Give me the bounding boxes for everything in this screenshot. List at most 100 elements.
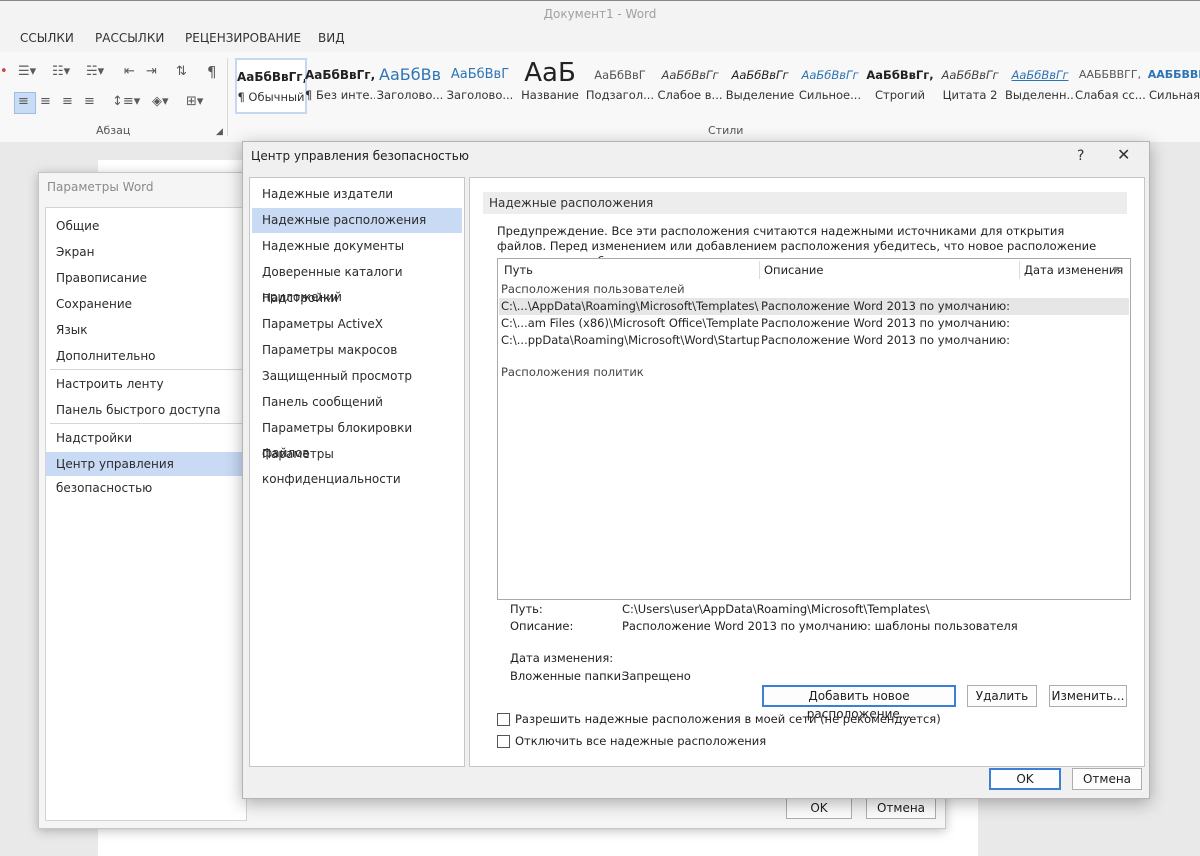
nav-file-block-settings[interactable]: Параметры блокировки файлов: [252, 416, 462, 460]
nav-message-bar[interactable]: Панель сообщений: [252, 390, 462, 415]
increase-indent-icon[interactable]: ⇥: [146, 64, 157, 80]
styles-group-label: Стили: [708, 124, 744, 137]
nav-trusted-locations[interactable]: Надежные расположения: [252, 208, 462, 233]
bullet-dot-icon: •: [0, 64, 8, 79]
style-subtitle[interactable]: АаБбВвГ Подзагол...: [585, 58, 655, 112]
section-title: Надежные расположения: [483, 192, 1127, 214]
style-preview: АаБбВвГг,: [305, 68, 375, 82]
disable-all-locations-checkbox[interactable]: [497, 735, 510, 748]
tab-mailings[interactable]: РАССЫЛКИ: [95, 31, 164, 45]
cancel-button[interactable]: Отмена: [1072, 768, 1142, 790]
style-intense-emphasis[interactable]: АаБбВвГг Сильное...: [795, 58, 865, 112]
nav-add-ins[interactable]: Надстройки: [46, 426, 246, 450]
column-divider[interactable]: [759, 261, 760, 279]
style-preview: ААББВВГГ,: [1078, 68, 1142, 81]
locations-list[interactable]: Путь Описание Дата изменения ▼ Расположе…: [497, 258, 1131, 600]
allow-network-locations-checkbox[interactable]: [497, 713, 510, 726]
nav-save[interactable]: Сохранение: [46, 292, 246, 316]
style-no-spacing[interactable]: АаБбВвГг, ¶ Без инте...: [305, 58, 375, 112]
column-header-path[interactable]: Путь: [504, 263, 533, 277]
style-normal[interactable]: АаБбВвГг, ¶ Обычный: [235, 58, 307, 114]
style-strong[interactable]: АаБбВвГг, Строгий: [865, 58, 935, 112]
style-heading-1[interactable]: АаБбВв Заголово...: [375, 58, 445, 112]
nav-trusted-app-catalogs[interactable]: Доверенные каталоги приложений: [252, 260, 462, 304]
nav-language[interactable]: Язык: [46, 318, 246, 342]
align-left-button[interactable]: ≡: [14, 92, 36, 114]
nav-advanced[interactable]: Дополнительно: [46, 344, 246, 368]
ok-button[interactable]: OK: [989, 768, 1061, 790]
nav-activex-settings[interactable]: Параметры ActiveX: [252, 312, 462, 337]
style-name: Слабое в...: [657, 88, 723, 102]
allow-network-locations-label[interactable]: Разрешить надежные расположения в моей с…: [515, 712, 941, 726]
style-name: Подзагол...: [585, 88, 655, 102]
column-divider[interactable]: [1019, 261, 1020, 279]
group-header-policy: Расположения политик: [501, 365, 644, 379]
style-preview: АаБбВвГг,: [237, 70, 305, 84]
style-name: ¶ Без инте...: [305, 88, 375, 102]
nav-trusted-publishers[interactable]: Надежные издатели: [252, 182, 462, 207]
tab-references[interactable]: ССЫЛКИ: [20, 31, 74, 45]
decrease-indent-icon[interactable]: ⇤: [124, 64, 135, 80]
style-subtle-emphasis[interactable]: АаБбВвГг Слабое в...: [655, 58, 725, 112]
style-intense-reference[interactable]: ААББВВГГ Сильная...: [1145, 58, 1200, 112]
style-name: Название: [521, 88, 579, 102]
nav-privacy-options[interactable]: Параметры конфиденциальности: [252, 442, 462, 486]
nav-trusted-documents[interactable]: Надежные документы: [252, 234, 462, 259]
style-preview: АаБбВвГ: [450, 67, 510, 82]
nav-add-ins[interactable]: Надстройки: [252, 286, 462, 311]
nav-general[interactable]: Общие: [46, 214, 246, 238]
column-header-date[interactable]: Дата изменения: [1024, 263, 1123, 277]
nav-proofing[interactable]: Правописание: [46, 266, 246, 290]
modify-button[interactable]: Изменить...: [1049, 685, 1127, 707]
ok-button[interactable]: OK: [786, 797, 852, 819]
table-row[interactable]: C:\...\AppData\Roaming\Microsoft\Templat…: [499, 298, 1129, 315]
borders-icon[interactable]: ⊞▾: [186, 94, 203, 110]
close-icon[interactable]: ✕: [1117, 145, 1130, 164]
group-header-user: Расположения пользователей: [501, 282, 685, 296]
add-location-button[interactable]: Добавить новое расположение...: [762, 685, 956, 721]
cancel-button[interactable]: Отмена: [866, 797, 936, 819]
style-preview: АаБбВвГг: [801, 68, 859, 82]
numbering-icon[interactable]: ☷▾: [52, 64, 70, 80]
nav-macro-settings[interactable]: Параметры макросов: [252, 338, 462, 363]
style-subtle-reference[interactable]: ААББВВГГ, Слабая сс...: [1075, 58, 1145, 112]
align-center-icon[interactable]: ≡: [40, 94, 51, 110]
shading-icon[interactable]: ◈▾: [152, 94, 169, 110]
nav-trust-center[interactable]: Центр управления безопасностью: [46, 452, 244, 495]
style-title[interactable]: АаБ Название: [515, 58, 585, 112]
column-header-description[interactable]: Описание: [764, 263, 823, 277]
style-name: Цитата 2: [942, 88, 998, 102]
table-row[interactable]: C:\...am Files (x86)\Microsoft Office\Te…: [499, 315, 1129, 332]
nav-display[interactable]: Экран: [46, 240, 246, 264]
pilcrow-icon[interactable]: ¶: [207, 64, 217, 80]
trust-center-dialog: Центр управления безопасностью ? ✕ Надеж…: [242, 141, 1150, 799]
row-path: C:\...\AppData\Roaming\Microsoft\Templat…: [501, 299, 759, 313]
disable-all-locations-label[interactable]: Отключить все надежные расположения: [515, 734, 766, 748]
nav-protected-view[interactable]: Защищенный просмотр: [252, 364, 462, 389]
tab-review[interactable]: РЕЦЕНЗИРОВАНИЕ: [185, 31, 301, 45]
ribbon: • ☰▾ ☷▾ ☵▾ ⇤ ⇥ ⇅ ¶ ≡ ≡ ≡ ≡ ↕≡▾ ◈▾ ⊞▾ Абз…: [0, 52, 1200, 143]
remove-button[interactable]: Удалить: [967, 685, 1037, 707]
tab-view[interactable]: ВИД: [318, 31, 345, 45]
divider: [50, 423, 242, 424]
nav-customize-ribbon[interactable]: Настроить ленту: [46, 372, 246, 396]
justify-icon[interactable]: ≡: [84, 94, 95, 110]
align-right-icon[interactable]: ≡: [62, 94, 73, 110]
line-spacing-icon[interactable]: ↕≡▾: [112, 94, 140, 110]
style-emphasis[interactable]: АаБбВвГг Выделение: [725, 58, 795, 112]
align-left-icon: ≡: [18, 94, 29, 109]
style-quote-2[interactable]: АаБбВвГг Цитата 2: [935, 58, 1005, 112]
table-row[interactable]: C:\...ppData\Roaming\Microsoft\Word\Star…: [499, 332, 1129, 349]
multilevel-list-icon[interactable]: ☵▾: [86, 64, 104, 80]
dialog-launcher-icon[interactable]: ◢: [216, 124, 223, 140]
divider: [50, 369, 242, 370]
sort-icon[interactable]: ⇅: [176, 64, 187, 80]
sort-arrow-icon[interactable]: ▼: [1113, 265, 1119, 274]
style-heading-2[interactable]: АаБбВвГ Заголово...: [445, 58, 515, 112]
help-icon[interactable]: ?: [1077, 148, 1084, 164]
nav-quick-access-toolbar[interactable]: Панель быстрого доступа: [46, 398, 246, 422]
paragraph-group-label: Абзац: [96, 124, 131, 137]
bullets-icon[interactable]: ☰▾: [18, 64, 36, 80]
style-intense-quote[interactable]: АаБбВвГг Выделенн...: [1005, 58, 1075, 112]
style-preview: АаБбВвГг: [731, 68, 789, 82]
